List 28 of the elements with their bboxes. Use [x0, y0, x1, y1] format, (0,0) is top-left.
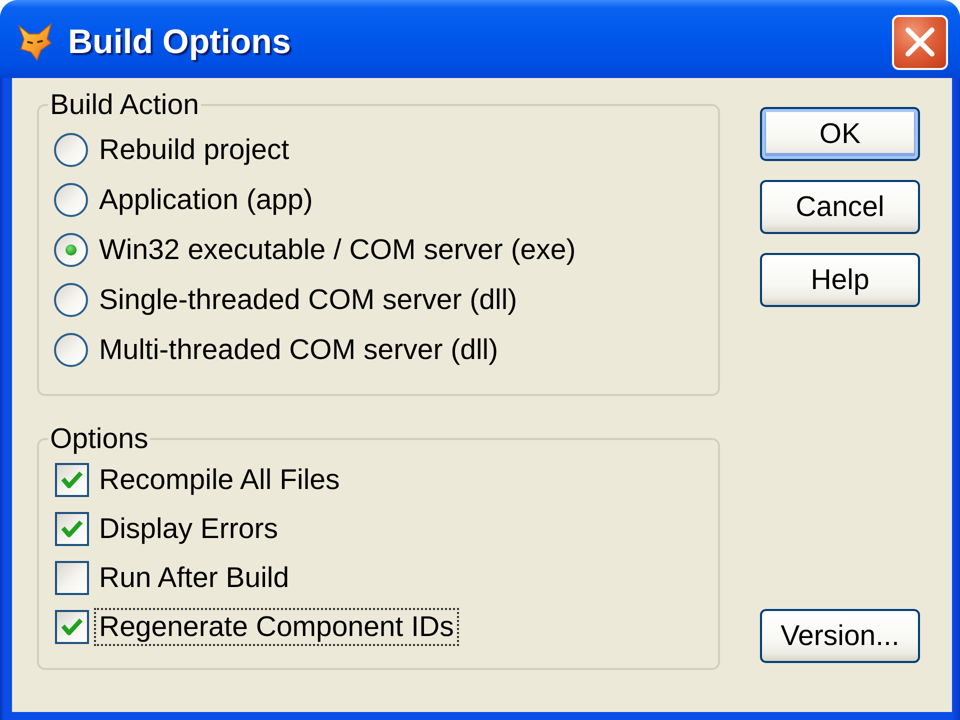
dialog-button[interactable]: Help — [760, 253, 920, 307]
checkbox-label[interactable]: Display Errors — [94, 510, 283, 548]
radio-button[interactable] — [53, 182, 89, 218]
fox-icon — [18, 23, 52, 61]
checkbox-label[interactable]: Regenerate Component IDs — [94, 608, 459, 646]
radio-label[interactable]: Win32 executable / COM server (exe) — [99, 233, 576, 267]
group-box-title: Build Action — [49, 90, 200, 120]
dialog-button[interactable]: OK — [760, 107, 920, 161]
window-title: Build Options — [68, 22, 291, 62]
radio-button[interactable] — [53, 132, 89, 168]
radio-label[interactable]: Multi-threaded COM server (dll) — [99, 333, 498, 367]
checkbox-label[interactable]: Run After Build — [94, 558, 294, 596]
checkbox[interactable] — [55, 462, 89, 496]
radio-label[interactable]: Single-threaded COM server (dll) — [99, 283, 518, 317]
checkbox[interactable] — [55, 610, 89, 644]
radio-label[interactable]: Application (app) — [99, 183, 313, 217]
checkbox-label[interactable]: Recompile All Files — [94, 460, 345, 498]
checkbox[interactable] — [55, 512, 89, 546]
close-icon — [905, 27, 935, 57]
close-button[interactable] — [892, 14, 948, 70]
group-box-title: Options — [49, 424, 150, 454]
radio-label[interactable]: Rebuild project — [99, 133, 290, 167]
dialog-button[interactable]: Version... — [760, 609, 920, 663]
radio-button[interactable] — [53, 232, 89, 268]
checkbox[interactable] — [55, 560, 89, 594]
radio-button[interactable] — [53, 332, 89, 368]
radio-button[interactable] — [53, 282, 89, 318]
dialog-button[interactable]: Cancel — [760, 180, 920, 234]
